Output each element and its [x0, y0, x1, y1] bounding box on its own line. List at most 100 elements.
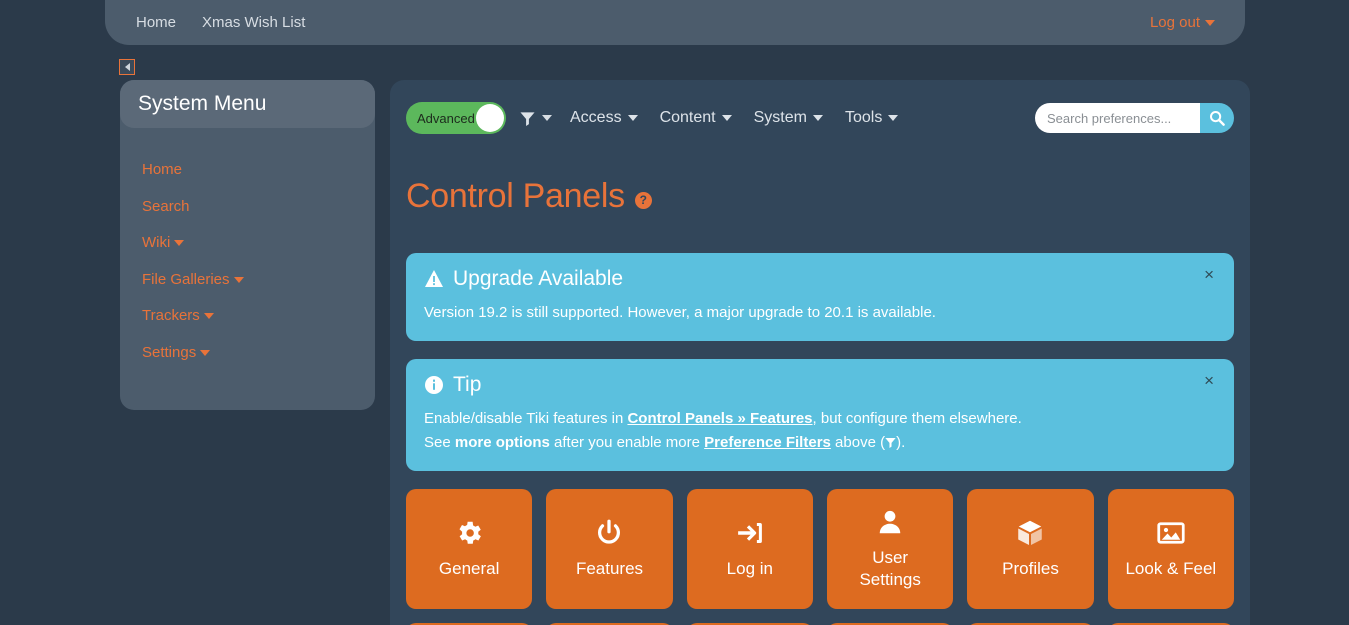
menu-label: Tools	[844, 109, 883, 126]
logout-button[interactable]: Log out	[1150, 14, 1200, 31]
info-circle-icon	[425, 375, 443, 394]
chevron-down-icon	[812, 115, 823, 121]
topnav-item-home[interactable]: Home	[130, 10, 182, 35]
sidebar-item-home[interactable]: Home	[142, 152, 375, 189]
tip-line-2: See more options after you enable more P…	[424, 431, 1216, 455]
menu-content[interactable]: Content	[660, 109, 732, 127]
tip-line2-end: ).	[896, 433, 906, 451]
tile-label: User Settings	[859, 548, 921, 589]
alert-title: Upgrade Available	[453, 266, 624, 290]
tip-alert: × Tip Enable/disable Tiki features in Co…	[406, 358, 1234, 471]
sidebar-item-search[interactable]: Search	[142, 189, 375, 226]
tile-features[interactable]: Features	[546, 488, 673, 609]
tile-label: Look & Feel	[1125, 558, 1217, 578]
chevron-down-icon	[200, 349, 211, 356]
sidebar-item-label: Home	[142, 161, 183, 178]
search-button[interactable]	[1200, 103, 1234, 133]
warning-triangle-icon	[425, 269, 443, 287]
more-options-text: more options	[454, 433, 550, 451]
funnel-icon	[520, 111, 535, 126]
tip-line1-post: , but configure them elsewhere.	[812, 409, 1022, 427]
sidebar-title: System Menu	[138, 92, 267, 115]
search-group	[1035, 103, 1234, 133]
top-bar-right: Log out	[1150, 14, 1245, 31]
sidebar-item-file-galleries[interactable]: File Galleries	[142, 262, 375, 299]
chevron-down-icon	[627, 115, 638, 121]
preference-filters-button[interactable]	[520, 111, 552, 126]
close-icon[interactable]: ×	[1198, 371, 1220, 390]
funnel-icon	[885, 437, 896, 448]
main-panel: Advanced Access Content System Tools Sea…	[390, 80, 1250, 625]
menu-system[interactable]: System	[754, 109, 823, 127]
topnav-item-xmas-wish-list[interactable]: Xmas Wish List	[196, 10, 311, 35]
advanced-mode-toggle[interactable]: Advanced	[406, 102, 506, 134]
advanced-toggle-label: Advanced	[417, 110, 475, 126]
alert-body: Version 19.2 is still supported. However…	[424, 303, 936, 321]
tip-line1-pre: Enable/disable Tiki features in	[424, 409, 628, 427]
top-bar: Home Xmas Wish List Log out	[105, 0, 1245, 45]
sidebar-item-label: Trackers	[142, 307, 200, 324]
alert-header: Upgrade Available	[424, 267, 1216, 291]
sidebar-item-label: Search	[142, 197, 190, 215]
menu-label: Content	[659, 109, 716, 126]
tip-line2-mid: after you enable more	[549, 433, 705, 451]
chevron-down-icon	[174, 240, 185, 247]
tile-look-and-feel[interactable]: Look & Feel	[1107, 488, 1234, 609]
tile-log-in[interactable]: Log in	[686, 488, 813, 609]
tile-label: Features	[575, 558, 644, 578]
control-panel-tiles: General Features Log in User Settings Pr	[390, 488, 1250, 625]
upgrade-available-alert: × Upgrade Available Version 19.2 is stil…	[406, 252, 1234, 341]
close-icon[interactable]: ×	[1198, 265, 1220, 284]
search-input[interactable]	[1035, 103, 1200, 133]
chevron-down-icon	[233, 276, 244, 283]
chevron-down-icon	[542, 115, 552, 121]
menu-label: System	[753, 109, 807, 126]
alert-body: Enable/disable Tiki features in Control …	[424, 407, 1216, 455]
question-mark-icon[interactable]: ?	[634, 191, 652, 209]
page-title-row: Control Panels ?	[390, 142, 1250, 239]
menu-tools[interactable]: Tools	[844, 109, 899, 127]
power-icon	[594, 518, 624, 548]
tile-user-settings[interactable]: User Settings	[827, 488, 954, 609]
sidebar-item-label: File Galleries	[142, 270, 230, 288]
sidebar-item-settings[interactable]: Settings	[142, 335, 375, 372]
tile-label: Profiles	[1002, 558, 1059, 578]
toggle-knob	[476, 104, 504, 132]
preferences-toolbar: Advanced Access Content System Tools	[390, 80, 1250, 142]
tile-label: General	[438, 558, 500, 578]
sign-in-icon	[735, 518, 765, 548]
alert-title: Tip	[453, 372, 482, 396]
alerts-region: × Upgrade Available Version 19.2 is stil…	[390, 239, 1250, 471]
sidebar-item-wiki[interactable]: Wiki	[142, 225, 375, 262]
sidebar-menu: Home Search Wiki File Galleries Trackers…	[120, 128, 375, 371]
tile-general[interactable]: General	[406, 488, 533, 609]
sidebar-item-trackers[interactable]: Trackers	[142, 298, 375, 335]
top-navigation: Home Xmas Wish List	[105, 10, 311, 35]
gear-icon	[454, 518, 484, 548]
sidebar-item-label: Settings	[142, 343, 197, 361]
preferences-menu: Access Content System Tools	[570, 109, 899, 127]
menu-label: Access	[570, 109, 622, 126]
sidebar: System Menu Home Search Wiki File Galler…	[120, 80, 375, 410]
tile-label: Log in	[726, 558, 773, 578]
sidebar-header: System Menu	[120, 80, 375, 128]
image-icon	[1156, 518, 1186, 548]
user-icon	[875, 507, 905, 537]
chevron-down-icon	[203, 313, 214, 320]
chevron-down-icon	[721, 115, 732, 121]
chevron-down-icon	[888, 115, 899, 121]
alert-header: Tip	[424, 373, 1216, 397]
search-icon	[1210, 111, 1225, 126]
cube-icon	[1015, 518, 1045, 548]
page-title: Control Panels	[406, 176, 625, 215]
sidebar-collapse-button[interactable]	[119, 59, 135, 75]
tip-line2-pre: See	[424, 433, 455, 451]
preference-filters-link[interactable]: Preference Filters	[704, 434, 831, 451]
menu-access[interactable]: Access	[570, 109, 638, 127]
tile-profiles[interactable]: Profiles	[967, 488, 1094, 609]
sidebar-item-label: Wiki	[142, 234, 171, 251]
chevron-down-icon[interactable]	[1205, 19, 1215, 26]
tip-line-1: Enable/disable Tiki features in Control …	[424, 407, 1216, 431]
caret-left-icon	[124, 63, 130, 71]
control-panels-features-link[interactable]: Control Panels » Features	[627, 410, 812, 427]
